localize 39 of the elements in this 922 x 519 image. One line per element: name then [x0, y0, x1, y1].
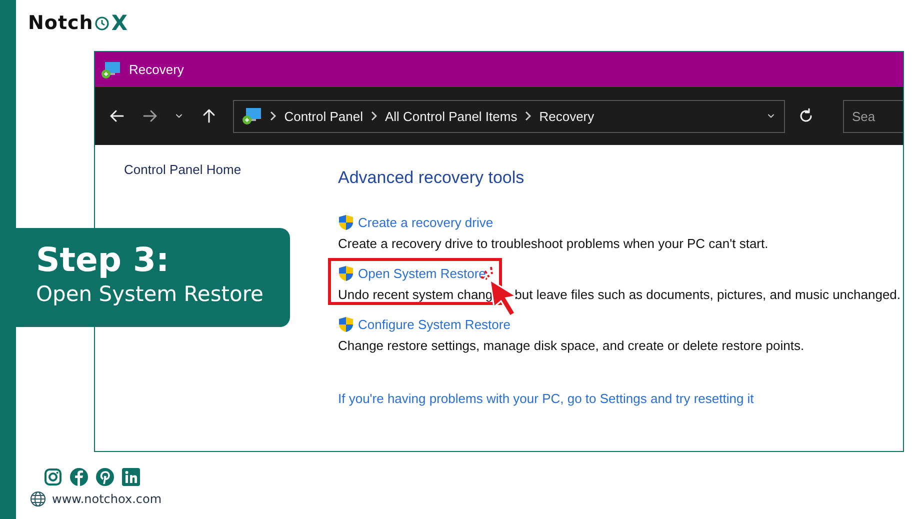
tool-description: Change restore settings, manage disk space, and create or delete restore points. [338, 338, 804, 353]
tool-description: Create a recovery drive to troubleshoot problems when your PC can't start. [338, 236, 768, 251]
instagram-icon[interactable] [44, 468, 62, 486]
computer-icon [101, 60, 121, 78]
back-arrow-icon[interactable] [109, 108, 126, 124]
sidebar-link[interactable]: Control Panel Home [124, 162, 242, 177]
forward-arrow-icon[interactable] [142, 108, 158, 124]
tool-link[interactable]: Create a recovery drive [338, 214, 494, 231]
shield-icon [338, 316, 354, 333]
breadcrumb-item[interactable]: Recovery [539, 108, 594, 124]
computer-icon [242, 107, 262, 125]
website-link[interactable]: www.notchox.com [52, 492, 162, 506]
logo-text: Notch [28, 12, 94, 34]
address-bar[interactable]: Control Panel All Control Panel Items Recovery [233, 100, 785, 132]
tool-description: but leave files such as documents, pictures, and music unchanged. [514, 287, 901, 302]
globe-icon [30, 491, 46, 507]
search-field[interactable]: Sea [842, 100, 903, 132]
shield-icon [338, 214, 354, 231]
linkedin-icon[interactable] [122, 468, 140, 486]
step-title: Step 3: [36, 240, 170, 280]
facebook-icon[interactable] [70, 468, 88, 486]
logo-text: X [111, 11, 128, 35]
tool-link[interactable]: Configure System Restore [338, 316, 510, 333]
breadcrumb-item[interactable]: All Control Panel Items [384, 108, 518, 124]
clock-icon [94, 15, 110, 31]
refresh-icon[interactable] [798, 108, 814, 124]
window-title: Recovery [129, 62, 184, 77]
chevron-icon [270, 111, 276, 121]
chevron-icon [525, 111, 532, 121]
pinterest-icon[interactable] [96, 468, 114, 486]
chevron-icon [370, 111, 377, 121]
up-arrow-icon[interactable] [200, 108, 217, 124]
section-heading: Advanced recovery tools [338, 168, 526, 188]
tool-link[interactable]: Open System Restore [338, 265, 486, 282]
settings-link[interactable]: If you're having problems with your PC, go to Settings and try resetting it [338, 391, 754, 406]
shield-icon [338, 265, 354, 282]
breadcrumb-item[interactable]: Control Panel [284, 108, 363, 124]
tool-description: Undo recent system chang [338, 287, 493, 302]
step-subtitle: Open System Restore [36, 282, 264, 306]
